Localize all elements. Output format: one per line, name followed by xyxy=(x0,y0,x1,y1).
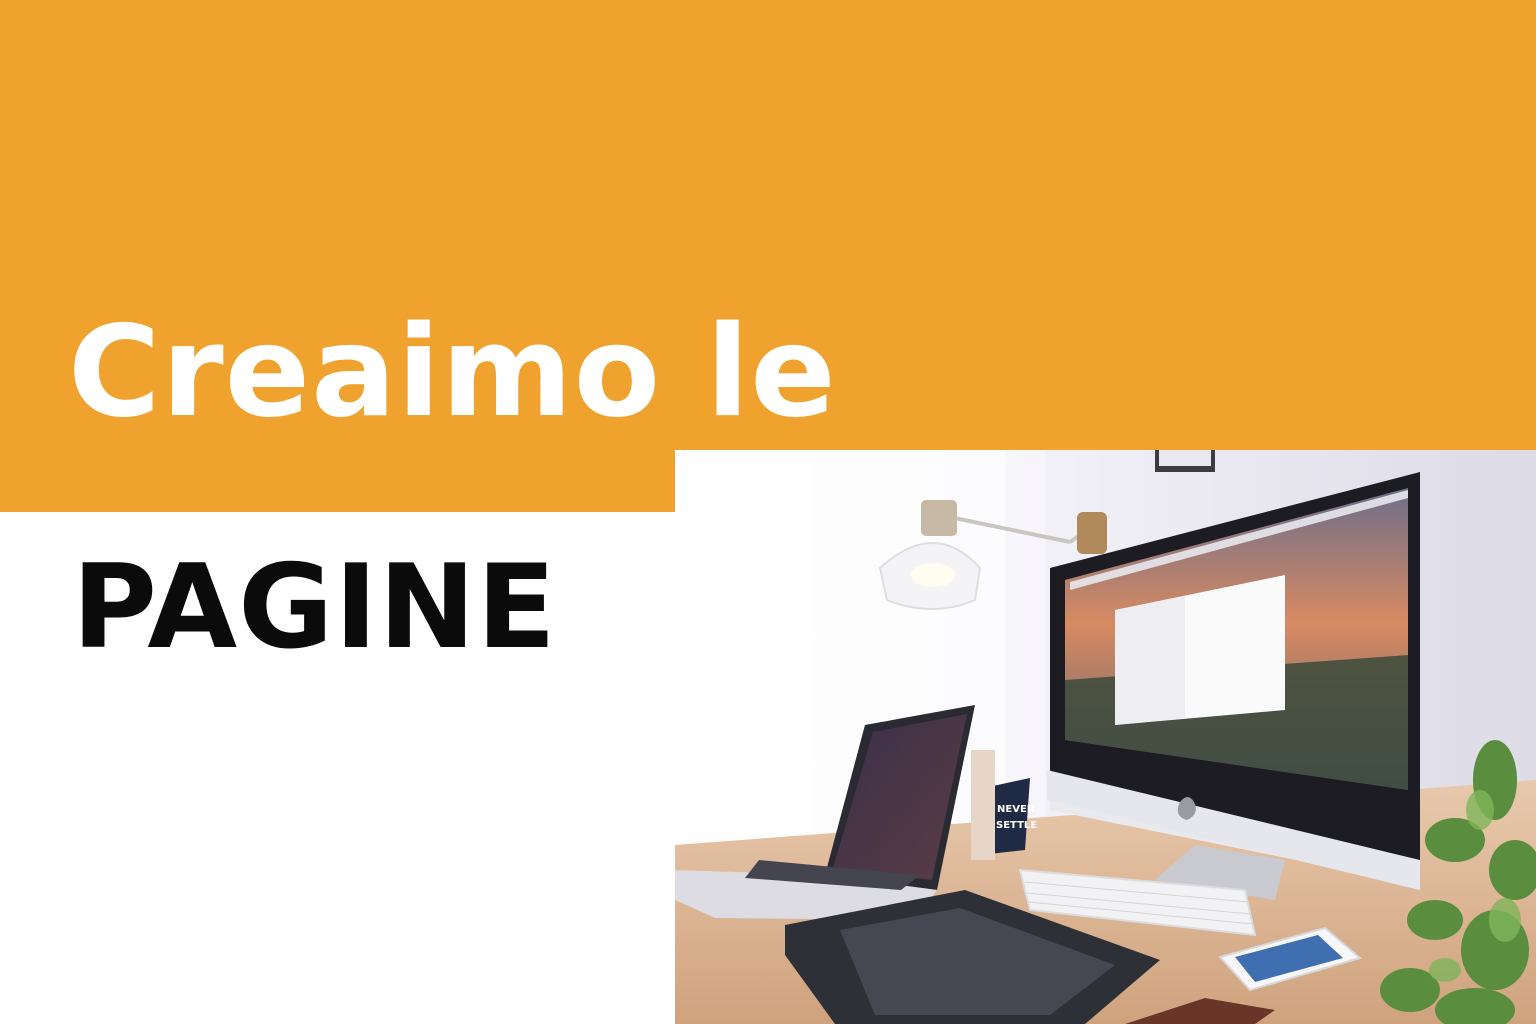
headline-line-2: PAGINE xyxy=(72,540,557,675)
desk-workspace-photo: NEVER SETTLE xyxy=(675,450,1536,1024)
svg-text:SETTLE: SETTLE xyxy=(996,820,1037,831)
headline-line-1: Creaimo le xyxy=(68,298,837,445)
svg-text:NEVER: NEVER xyxy=(997,804,1035,815)
